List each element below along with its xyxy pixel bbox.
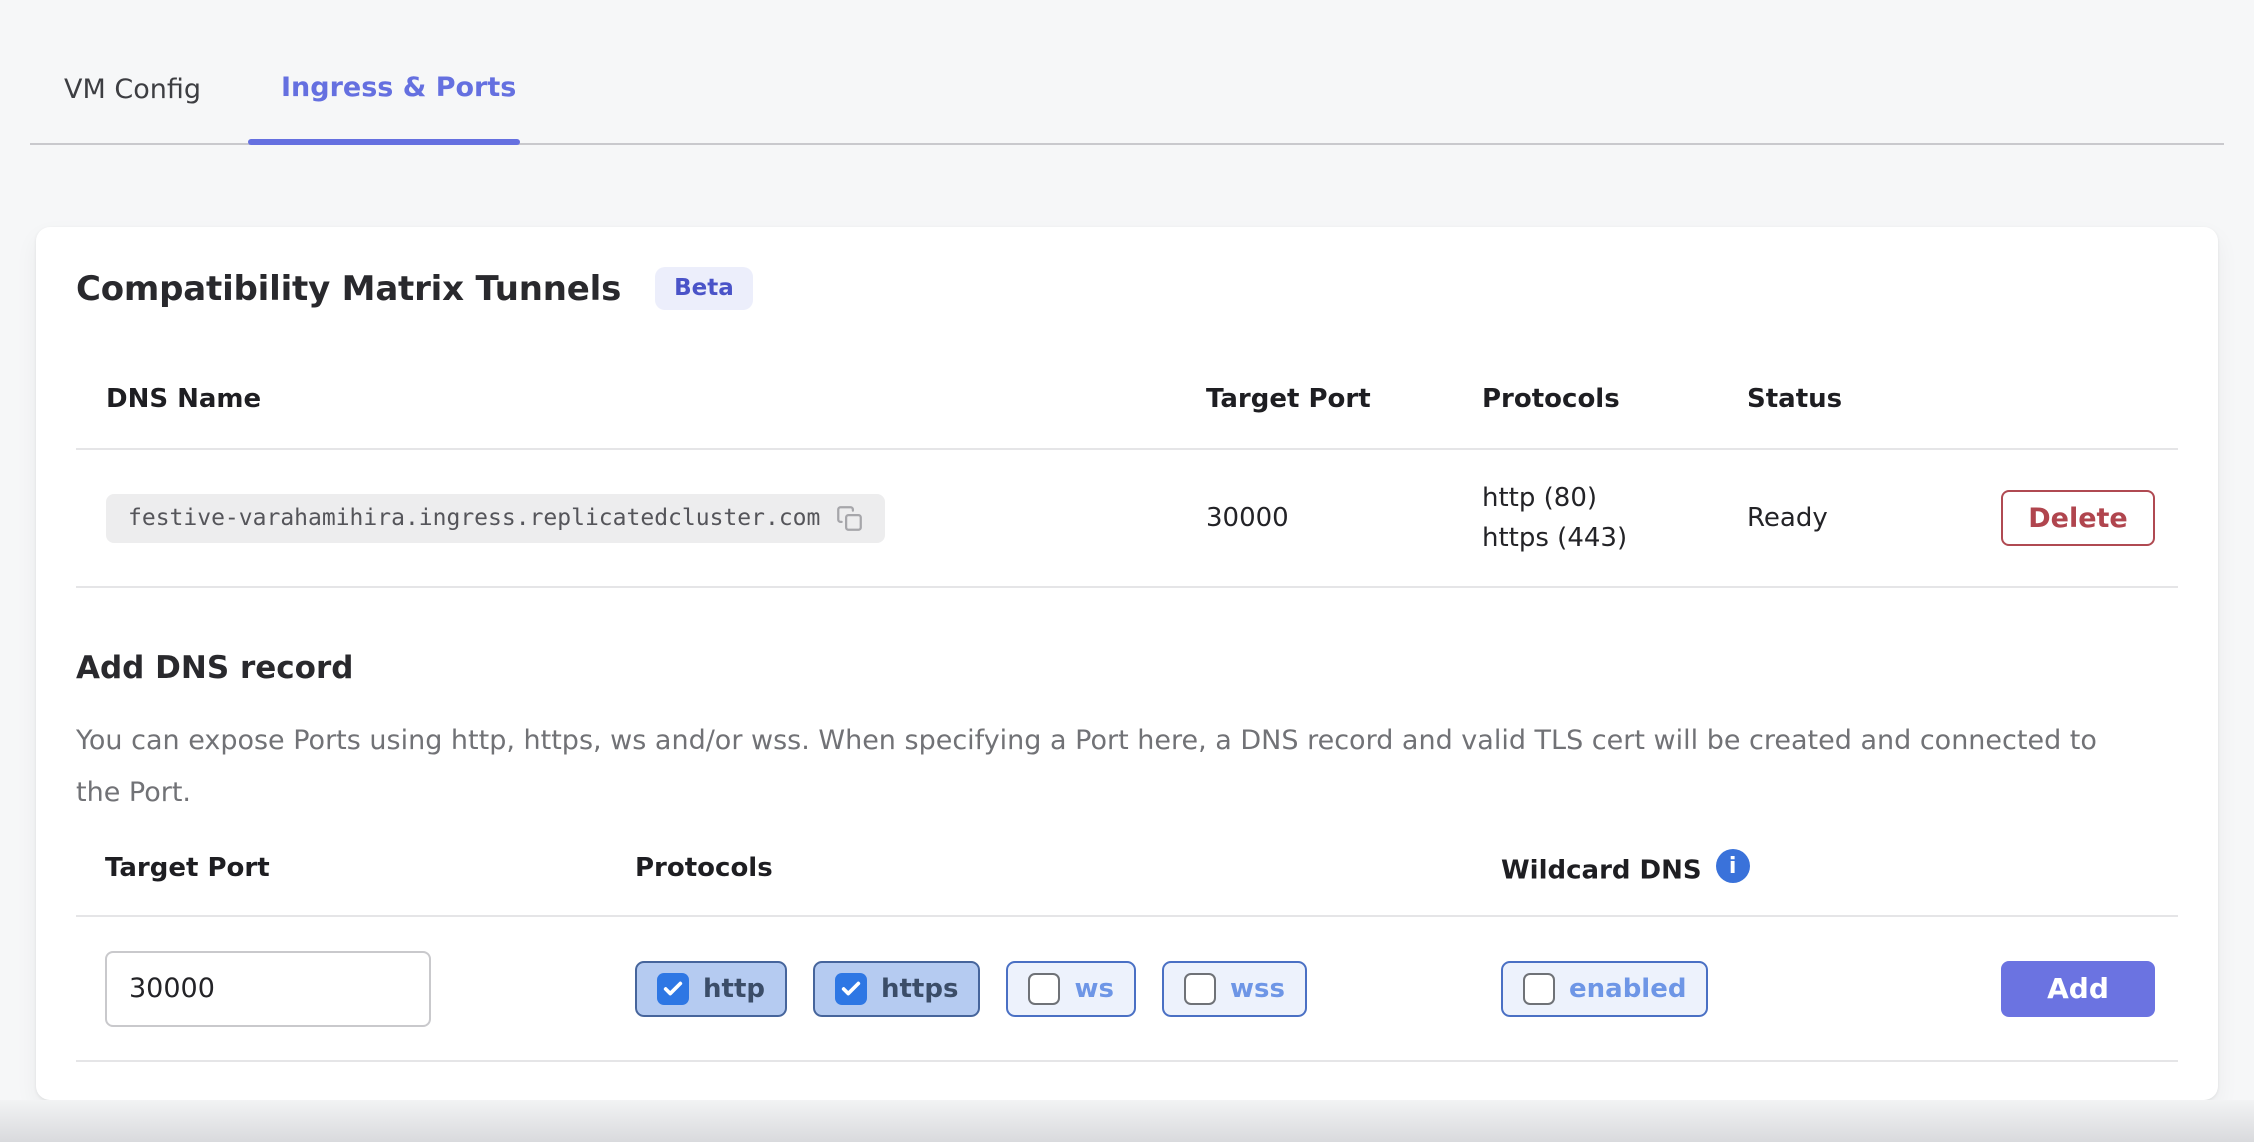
- tab-ingress-ports[interactable]: Ingress & Ports: [281, 72, 516, 103]
- tab-bar: VM Config Ingress & Ports: [0, 0, 2254, 146]
- protocols-group: http https ws wss: [606, 961, 1472, 1017]
- checkbox-checked-icon: [835, 973, 867, 1005]
- checkbox-ws[interactable]: ws: [1006, 961, 1136, 1017]
- form-label-wildcard-dns: Wildcard DNS: [1501, 856, 1702, 886]
- tab-vm-config[interactable]: VM Config: [64, 74, 201, 105]
- checkbox-http-label: http: [703, 974, 765, 1004]
- page-bottom-gradient: [0, 1100, 2254, 1142]
- panel-title: Compatibility Matrix Tunnels: [76, 269, 621, 309]
- checkbox-unchecked-icon: [1028, 973, 1060, 1005]
- checkbox-unchecked-icon: [1523, 973, 1555, 1005]
- checkbox-http[interactable]: http: [635, 961, 787, 1017]
- checkbox-https[interactable]: https: [813, 961, 980, 1017]
- add-button[interactable]: Add: [2001, 961, 2155, 1017]
- row-target-port: 30000: [1176, 503, 1452, 533]
- form-header-row: Target Port Protocols Wildcard DNS i: [76, 820, 2178, 917]
- copy-icon[interactable]: [836, 505, 863, 532]
- col-header-dns-name: DNS Name: [76, 384, 1176, 414]
- dns-name-value: festive-varahamihira.ingress.replicatedc…: [128, 505, 820, 531]
- table-row: festive-varahamihira.ingress.replicatedc…: [76, 450, 2178, 588]
- form-input-row: http https ws wss: [76, 917, 2178, 1062]
- add-dns-form: Target Port Protocols Wildcard DNS i http: [76, 820, 2178, 1062]
- checkbox-wss-label: wss: [1230, 974, 1285, 1004]
- checkbox-https-label: https: [881, 974, 958, 1004]
- col-header-protocols: Protocols: [1452, 384, 1717, 414]
- checkbox-enabled-label: enabled: [1569, 974, 1686, 1004]
- beta-badge: Beta: [655, 267, 753, 310]
- tunnels-table: DNS Name Target Port Protocols Status fe…: [76, 350, 2178, 588]
- add-dns-description: You can expose Ports using http, https, …: [76, 715, 2141, 819]
- checkbox-checked-icon: [657, 973, 689, 1005]
- row-status: Ready: [1717, 503, 1971, 533]
- row-protocol-http: http (80): [1482, 478, 1717, 518]
- info-icon[interactable]: i: [1716, 849, 1750, 883]
- dns-name-pill: festive-varahamihira.ingress.replicatedc…: [106, 494, 885, 543]
- add-dns-heading: Add DNS record: [76, 650, 353, 686]
- form-label-target-port: Target Port: [76, 853, 606, 883]
- delete-button[interactable]: Delete: [2001, 490, 2155, 546]
- active-tab-underline: [248, 139, 520, 145]
- tunnels-panel: Compatibility Matrix Tunnels Beta DNS Na…: [36, 227, 2218, 1100]
- col-header-status: Status: [1717, 384, 1971, 414]
- row-protocol-https: https (443): [1482, 518, 1717, 558]
- col-header-target-port: Target Port: [1176, 384, 1452, 414]
- checkbox-wildcard-enabled[interactable]: enabled: [1501, 961, 1708, 1017]
- target-port-input[interactable]: [105, 951, 431, 1027]
- tunnels-table-header: DNS Name Target Port Protocols Status: [76, 350, 2178, 450]
- checkbox-ws-label: ws: [1074, 974, 1114, 1004]
- form-label-protocols: Protocols: [606, 853, 1472, 883]
- checkbox-unchecked-icon: [1184, 973, 1216, 1005]
- checkbox-wss[interactable]: wss: [1162, 961, 1307, 1017]
